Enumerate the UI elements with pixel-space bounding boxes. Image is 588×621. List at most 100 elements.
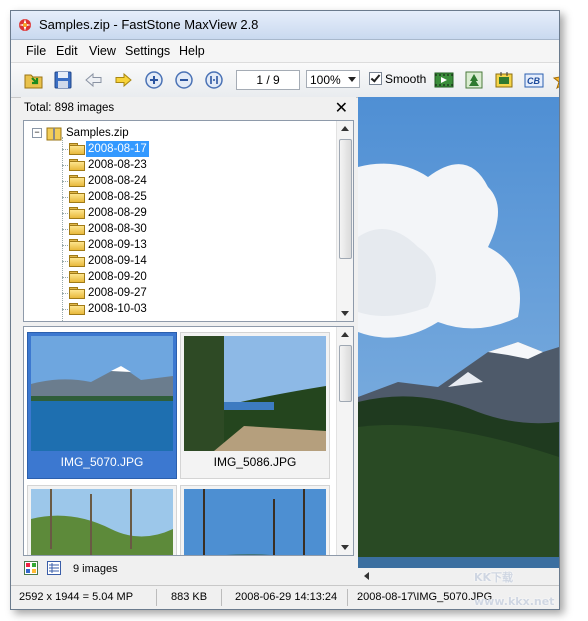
close-icon[interactable]: ✕	[335, 98, 348, 118]
window-title: Samples.zip - FastStone MaxView 2.8	[39, 17, 259, 32]
page-input[interactable]: 1 / 9	[236, 70, 300, 90]
zoom-out-icon[interactable]	[173, 69, 195, 91]
forward-arrow-icon[interactable]	[112, 69, 134, 91]
tree-folder-label: 2008-09-14	[88, 255, 147, 267]
browser-panel-header: Total: 898 images ✕	[21, 97, 356, 119]
folder-icon	[69, 303, 85, 315]
tree-folder-item[interactable]: 2008-09-14	[24, 253, 324, 269]
tree-folder-label: 2008-08-24	[88, 175, 147, 187]
folder-icon	[69, 207, 85, 219]
app-icon	[19, 19, 31, 31]
folder-icon	[69, 191, 85, 203]
thumbnail-item[interactable]: IMG_5070.JPG	[27, 332, 177, 479]
back-arrow-icon[interactable]	[83, 69, 105, 91]
thumbnail-image	[31, 489, 173, 555]
tree-folder-label: 2008-08-23	[88, 159, 147, 171]
contact-sheet-icon[interactable]: CB	[523, 69, 545, 91]
total-images-label: Total: 898 images	[24, 102, 115, 114]
thumbnail-image	[31, 336, 173, 451]
tree-folder-item[interactable]: 2008-08-23	[24, 157, 324, 173]
folder-icon	[69, 175, 85, 187]
image-viewer[interactable]	[358, 97, 559, 575]
thumbnail-scrollbar[interactable]	[336, 327, 353, 555]
scroll-left-icon[interactable]	[364, 572, 369, 580]
title-bar[interactable]: Samples.zip - FastStone MaxView 2.8	[11, 11, 559, 40]
smooth-checkbox[interactable]: Smooth	[369, 72, 426, 86]
file-path: 2008-08-17\IMG_5070.JPG	[357, 591, 493, 603]
thumbnail-item[interactable]	[180, 485, 330, 555]
folder-icon	[69, 159, 85, 171]
scroll-up-icon[interactable]	[341, 126, 349, 131]
tree-folder-item[interactable]: 2008-09-20	[24, 269, 324, 285]
thumbnail-caption: IMG_5086.JPG	[213, 455, 297, 469]
open-folder-icon[interactable]	[23, 69, 45, 91]
menu-edit[interactable]: Edit	[54, 44, 80, 58]
slideshow-icon[interactable]	[433, 69, 455, 91]
thumbnail-caption: IMG_5070.JPG	[60, 455, 144, 469]
tree-folder-label: 2008-08-30	[88, 223, 147, 235]
resize-image-icon[interactable]	[493, 69, 515, 91]
folder-icon	[69, 287, 85, 299]
zip-folder-icon	[46, 127, 62, 141]
menu-settings[interactable]: Settings	[123, 44, 172, 58]
tree-folder-label: 2008-10-03	[88, 303, 147, 315]
tree-root-row[interactable]: − Samples.zip	[24, 125, 324, 141]
tree-folder-label: 2008-08-29	[88, 207, 147, 219]
settings-star-icon[interactable]	[551, 69, 560, 91]
tree-folder-label: 2008-09-13	[88, 239, 147, 251]
browser-panel: Total: 898 images ✕ − Samples.zip 2008-0…	[21, 97, 356, 579]
thumbnail-image	[184, 489, 326, 555]
tree-folder-label: 2008-09-27	[88, 287, 147, 299]
folder-icon	[69, 271, 85, 283]
file-date: 2008-06-29 14:13:24	[235, 591, 338, 603]
details-view-icon[interactable]	[47, 561, 61, 575]
chevron-down-icon	[348, 77, 356, 82]
watermark-text: KK下载 www.kkx.net	[474, 571, 555, 608]
tree-folder-item[interactable]: 2008-09-27	[24, 285, 324, 301]
tree-folder-item[interactable]: 2008-08-29	[24, 205, 324, 221]
scroll-down-icon[interactable]	[341, 545, 349, 550]
tree-folder-item[interactable]: 2008-08-17	[24, 141, 324, 157]
zoom-select[interactable]: 100%	[306, 70, 360, 88]
thumbnail-view-icon[interactable]	[24, 561, 38, 575]
main-image	[358, 97, 559, 575]
folder-tree[interactable]: − Samples.zip 2008-08-17 2008-08-23 2008-0…	[23, 120, 354, 322]
menu-file[interactable]: File	[24, 44, 48, 58]
scroll-up-icon[interactable]	[341, 332, 349, 337]
folder-icon	[69, 223, 85, 235]
collapse-icon[interactable]: −	[32, 128, 42, 138]
tree-scrollbar[interactable]	[336, 121, 353, 321]
zoom-value: 100%	[310, 73, 341, 87]
app-window: Samples.zip - FastStone MaxView 2.8 File…	[10, 10, 560, 610]
toolbar: 1 / 9 100% Smooth CB	[11, 62, 559, 98]
smooth-label: Smooth	[385, 72, 427, 86]
checkbox-checked-icon	[369, 72, 382, 85]
thumbnail-scroll-thumb[interactable]	[339, 345, 352, 402]
wallpaper-icon[interactable]	[463, 69, 485, 91]
watermark: KK下载 www.kkx.net	[474, 560, 588, 620]
image-count-label: 9 images	[73, 563, 118, 575]
tree-folder-item[interactable]: 2008-09-13	[24, 237, 324, 253]
zoom-in-icon[interactable]	[143, 69, 165, 91]
thumbnail-item[interactable]	[27, 485, 177, 555]
save-icon[interactable]	[52, 69, 74, 91]
menu-help[interactable]: Help	[177, 44, 207, 58]
scroll-down-icon[interactable]	[341, 311, 349, 316]
folder-icon	[69, 255, 85, 267]
tree-folder-item[interactable]: 2008-08-25	[24, 189, 324, 205]
thumbnail-item[interactable]: IMG_5086.JPG	[180, 332, 330, 479]
browser-status: 9 images	[21, 559, 356, 579]
tree-root-label: Samples.zip	[66, 127, 129, 139]
tree-folder-item[interactable]: 2008-08-30	[24, 221, 324, 237]
menu-bar: File Edit View Settings Help	[11, 40, 559, 62]
menu-view[interactable]: View	[87, 44, 118, 58]
thumbnail-image	[184, 336, 326, 451]
folder-icon	[69, 143, 85, 155]
tree-folder-label: 2008-08-17	[86, 141, 149, 157]
tree-scroll-thumb[interactable]	[339, 139, 352, 259]
tree-folder-label: 2008-08-25	[88, 191, 147, 203]
actual-size-icon[interactable]	[203, 69, 225, 91]
thumbnail-grid[interactable]: IMG_5070.JPG IMG_5086.JPG	[23, 326, 354, 556]
tree-folder-item[interactable]: 2008-08-24	[24, 173, 324, 189]
tree-folder-item[interactable]: 2008-10-03	[24, 301, 324, 317]
